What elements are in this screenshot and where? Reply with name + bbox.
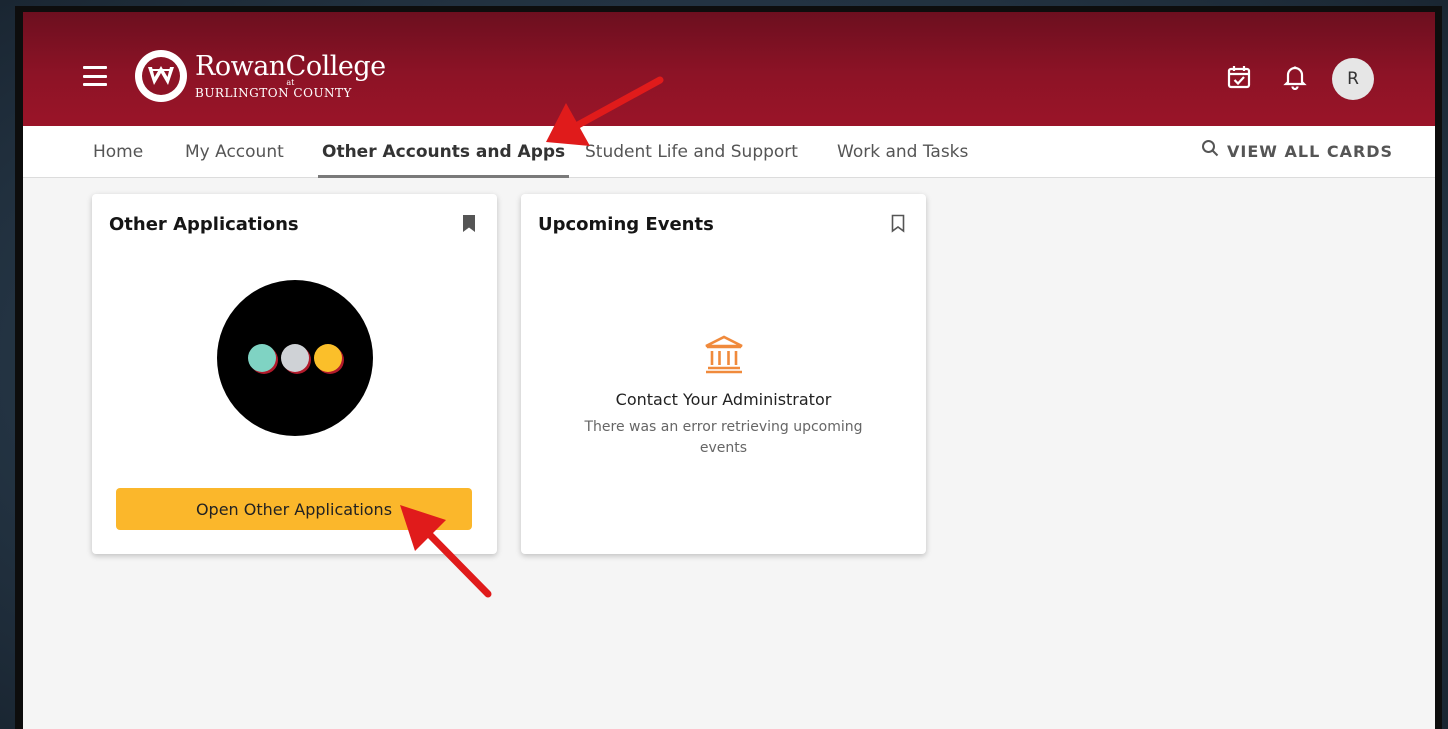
logo-text: RowanCollege at BURLINGTON COUNTY	[195, 53, 386, 99]
app-dot	[314, 344, 342, 372]
tab-home[interactable]: Home	[93, 126, 143, 178]
events-error: Contact Your Administrator There was an …	[521, 334, 926, 459]
app-dot	[281, 344, 309, 372]
bell-icon[interactable]	[1282, 64, 1308, 91]
tab-navigation: Home My Account Other Accounts and Apps …	[23, 126, 1435, 178]
view-all-cards-label: VIEW ALL CARDS	[1227, 142, 1394, 161]
logo-name: RowanCollege	[195, 51, 386, 82]
error-message: There was an error retrieving upcoming e…	[584, 419, 863, 456]
error-title: Contact Your Administrator	[615, 390, 832, 409]
hamburger-icon[interactable]	[83, 66, 107, 86]
tab-work-and-tasks[interactable]: Work and Tasks	[837, 126, 968, 178]
upcoming-events-card: Upcoming Events Contact Your Administrat…	[521, 194, 926, 554]
logo-subtitle: BURLINGTON COUNTY	[195, 86, 352, 100]
tab-my-account[interactable]: My Account	[185, 126, 284, 178]
institution-icon	[704, 335, 743, 374]
card-title: Other Applications	[109, 214, 299, 235]
bookmark-outline-icon[interactable]	[890, 214, 906, 234]
college-logo[interactable]: RowanCollege at BURLINGTON COUNTY	[135, 50, 386, 102]
other-apps-icon	[217, 280, 373, 436]
view-all-cards-button[interactable]: VIEW ALL CARDS	[1201, 126, 1393, 178]
open-other-applications-button[interactable]: Open Other Applications	[116, 488, 472, 530]
other-applications-card: Other Applications Open Other Applicatio…	[92, 194, 497, 554]
top-header: RowanCollege at BURLINGTON COUNTY R	[23, 12, 1435, 126]
rcbc-logo-icon	[135, 50, 187, 102]
tab-student-life-and-support[interactable]: Student Life and Support	[585, 126, 798, 178]
tab-other-accounts-and-apps[interactable]: Other Accounts and Apps	[317, 126, 570, 178]
search-icon	[1201, 126, 1219, 178]
user-avatar[interactable]: R	[1332, 58, 1374, 100]
app-dot	[248, 344, 276, 372]
portal-screen: RowanCollege at BURLINGTON COUNTY R Home…	[23, 12, 1435, 729]
card-title: Upcoming Events	[538, 214, 714, 235]
calendar-check-icon[interactable]	[1226, 64, 1252, 90]
bookmark-filled-icon[interactable]	[461, 214, 477, 234]
